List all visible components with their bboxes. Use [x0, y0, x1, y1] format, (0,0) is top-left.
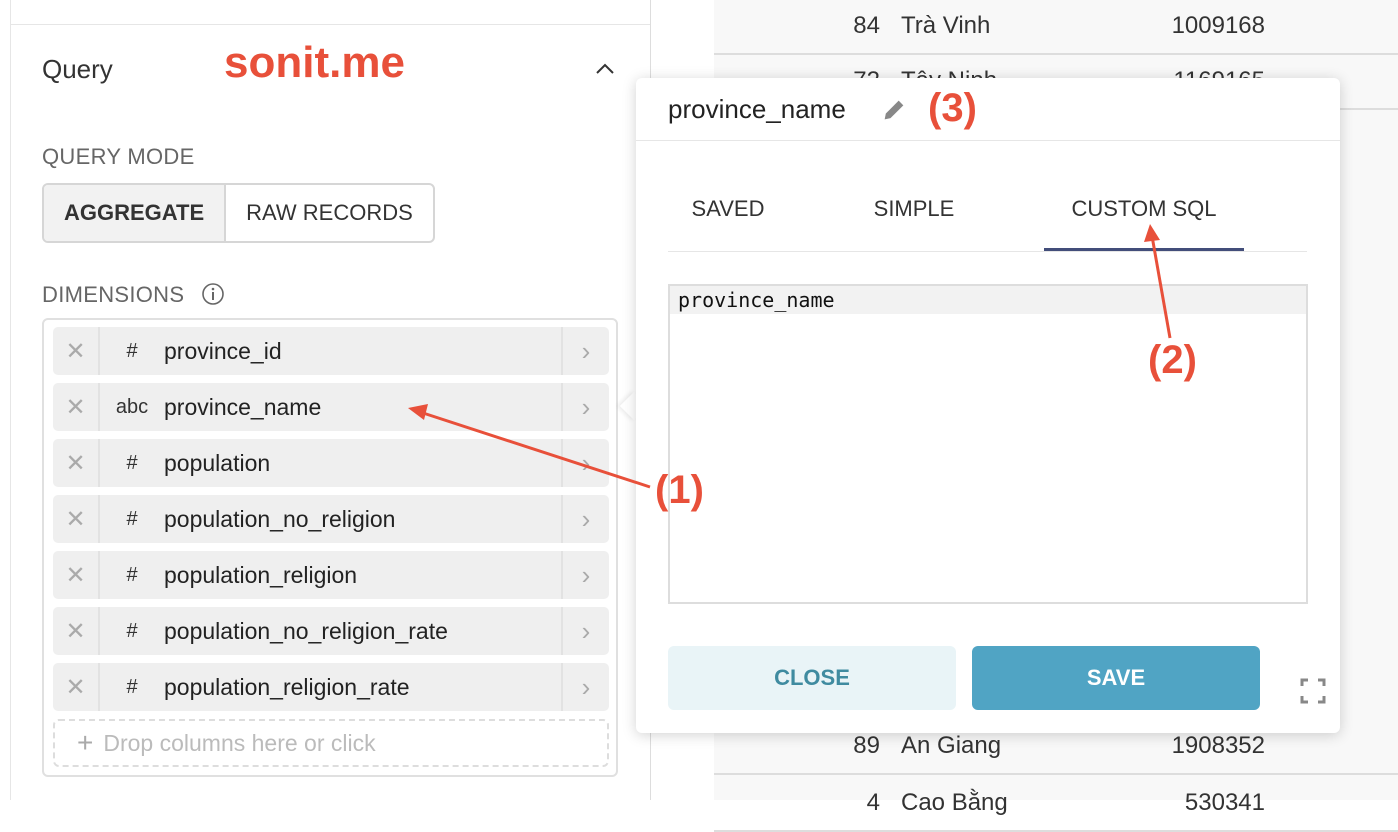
aggregate-button[interactable]: AGGREGATE	[44, 185, 227, 241]
remove-icon[interactable]: ✕	[53, 495, 100, 543]
table-row: 4 Cao Bằng 530341	[714, 777, 1398, 832]
table-row: 84 Trà Vinh 1009168	[714, 0, 1398, 55]
edit-dimension-popover: province_name SAVED SIMPLE CUSTOM SQL pr…	[636, 78, 1340, 733]
chevron-right-icon[interactable]: ›	[561, 327, 609, 375]
tab-simple[interactable]: SIMPLE	[844, 196, 984, 222]
chevron-right-icon[interactable]: ›	[561, 439, 609, 487]
dimension-item[interactable]: ✕ # population_religion ›	[53, 551, 609, 599]
dimensions-label: DIMENSIONS	[42, 282, 185, 307]
dimension-item[interactable]: ✕ # population_no_religion ›	[53, 495, 609, 543]
annotation-2: (2)	[1148, 338, 1197, 382]
query-mode-label: QUERY MODE	[42, 144, 195, 169]
query-mode-toggle: AGGREGATE RAW RECORDS	[42, 183, 435, 243]
remove-icon[interactable]: ✕	[53, 551, 100, 599]
pencil-icon[interactable]	[880, 96, 908, 124]
chevron-right-icon[interactable]: ›	[561, 663, 609, 711]
popover-title[interactable]: province_name	[668, 94, 846, 125]
type-icon: #	[126, 675, 138, 698]
brand-watermark: sonit.me	[224, 38, 405, 87]
type-icon: #	[126, 507, 138, 530]
chevron-right-icon[interactable]: ›	[561, 607, 609, 655]
type-icon: #	[126, 619, 138, 642]
chevron-right-icon[interactable]: ›	[561, 551, 609, 599]
type-icon: abc	[115, 395, 149, 418]
close-button[interactable]: CLOSE	[668, 646, 956, 710]
dimension-item[interactable]: ✕ # population_no_religion_rate ›	[53, 607, 609, 655]
query-panel: Query sonit.me QUERY MODE AGGREGATE RAW …	[0, 0, 651, 800]
expand-icon[interactable]	[1300, 678, 1326, 704]
dimension-item[interactable]: ✕ abc province_name ›	[53, 383, 609, 431]
info-icon[interactable]	[201, 282, 225, 306]
raw-records-button[interactable]: RAW RECORDS	[226, 185, 433, 241]
dimensions-list: ✕ # province_id › ✕ abc province_name › ✕ # popu…	[42, 318, 618, 777]
tab-saved[interactable]: SAVED	[668, 196, 788, 222]
dimension-item[interactable]: ✕ # population_religion_rate ›	[53, 663, 609, 711]
annotation-1: (1)	[655, 468, 704, 512]
save-button[interactable]: SAVE	[972, 646, 1260, 710]
chevron-right-icon[interactable]: ›	[561, 383, 609, 431]
tab-custom-sql[interactable]: CUSTOM SQL	[1044, 196, 1244, 251]
plus-icon: +	[77, 727, 94, 758]
chevron-up-icon[interactable]	[594, 58, 616, 80]
type-icon: #	[126, 563, 138, 586]
dimension-item[interactable]: ✕ # population ›	[53, 439, 609, 487]
remove-icon[interactable]: ✕	[53, 383, 100, 431]
chevron-right-icon[interactable]: ›	[561, 495, 609, 543]
dimension-item[interactable]: ✕ # province_id ›	[53, 327, 609, 375]
type-icon: #	[126, 339, 138, 362]
popover-tabs: SAVED SIMPLE CUSTOM SQL	[668, 186, 1307, 252]
drop-zone[interactable]: + Drop columns here or click	[53, 719, 609, 767]
remove-icon[interactable]: ✕	[53, 439, 100, 487]
remove-icon[interactable]: ✕	[53, 663, 100, 711]
remove-icon[interactable]: ✕	[53, 607, 100, 655]
remove-icon[interactable]: ✕	[53, 327, 100, 375]
type-icon: #	[126, 451, 138, 474]
sql-editor[interactable]: province_name	[668, 284, 1308, 604]
query-title: Query	[42, 54, 113, 84]
annotation-3: (3)	[928, 86, 977, 130]
